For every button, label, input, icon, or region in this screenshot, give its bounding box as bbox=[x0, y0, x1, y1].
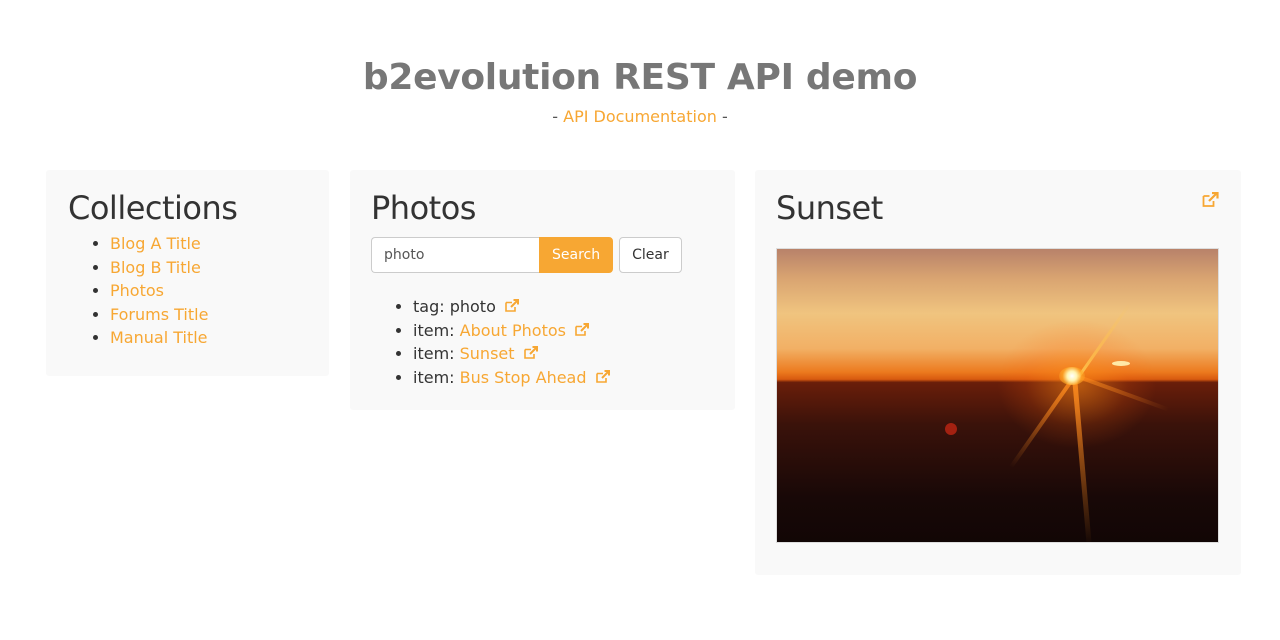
result-link-about-photos[interactable]: About Photos bbox=[460, 321, 566, 340]
sunset-panel: Sunset bbox=[755, 170, 1241, 575]
collection-link-photos[interactable]: Photos bbox=[110, 281, 164, 300]
result-prefix: item: bbox=[413, 344, 460, 363]
list-item: Manual Title bbox=[110, 326, 307, 350]
sunset-heading: Sunset bbox=[776, 189, 883, 227]
collections-list: Blog A Title Blog B Title Photos Forums … bbox=[68, 232, 307, 350]
collection-link-blog-b[interactable]: Blog B Title bbox=[110, 258, 201, 277]
search-input[interactable] bbox=[371, 237, 539, 273]
search-results-list: tag: photo item: About Photos item: Suns… bbox=[371, 295, 714, 389]
list-item: Photos bbox=[110, 279, 307, 303]
search-button[interactable]: Search bbox=[539, 237, 614, 273]
result-link-sunset[interactable]: Sunset bbox=[460, 344, 515, 363]
list-item: Blog A Title bbox=[110, 232, 307, 256]
subtitle-prefix: - bbox=[552, 107, 564, 126]
list-item: item: Sunset bbox=[413, 342, 714, 366]
list-item: tag: photo bbox=[413, 295, 714, 319]
lens-flare bbox=[945, 423, 957, 435]
search-form: Search Clear bbox=[371, 237, 714, 273]
result-prefix: item: bbox=[413, 320, 460, 340]
list-item: item: About Photos bbox=[413, 319, 714, 343]
list-item: Blog B Title bbox=[110, 256, 307, 280]
site-title: b2evolution REST API demo bbox=[362, 57, 918, 98]
result-prefix: item: bbox=[413, 367, 460, 387]
sunset-photo bbox=[776, 248, 1219, 543]
collections-heading: Collections bbox=[68, 189, 238, 227]
subtitle-suffix: - bbox=[716, 107, 728, 126]
result-prefix: tag: bbox=[413, 297, 450, 316]
clear-button[interactable]: Clear bbox=[619, 237, 682, 273]
list-item: item: Bus Stop Ahead bbox=[413, 366, 714, 390]
collection-link-manual[interactable]: Manual Title bbox=[110, 328, 208, 347]
photos-heading: Photos bbox=[371, 189, 476, 227]
list-item: Forums Title bbox=[110, 303, 307, 327]
subtitle: - API Documentation - bbox=[0, 106, 1280, 128]
api-documentation-link[interactable]: API Documentation bbox=[563, 107, 717, 126]
photos-panel: Photos Search Clear tag: photo item: Abo… bbox=[350, 170, 735, 410]
external-link-icon[interactable] bbox=[504, 299, 520, 313]
result-link-bus-stop-ahead[interactable]: Bus Stop Ahead bbox=[460, 368, 587, 387]
collections-panel: Collections Blog A Title Blog B Title Ph… bbox=[46, 170, 329, 376]
external-link-icon[interactable] bbox=[574, 322, 590, 337]
collection-link-forums[interactable]: Forums Title bbox=[110, 305, 208, 324]
external-link-icon[interactable] bbox=[1201, 192, 1219, 208]
cloud bbox=[1112, 361, 1130, 366]
sun bbox=[1059, 367, 1085, 385]
external-link-icon[interactable] bbox=[595, 369, 611, 384]
page-header: b2evolution REST API demo - API Document… bbox=[0, 0, 1280, 128]
collection-link-blog-a[interactable]: Blog A Title bbox=[110, 234, 201, 253]
result-tag-text: photo bbox=[449, 297, 496, 316]
external-link-icon[interactable] bbox=[523, 346, 539, 360]
